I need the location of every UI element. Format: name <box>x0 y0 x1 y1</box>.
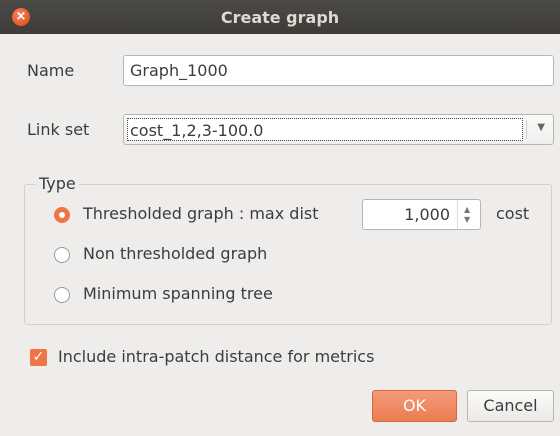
window-title: Create graph <box>220 8 340 27</box>
spin-up-icon[interactable]: ▲ <box>464 205 470 214</box>
ok-button[interactable]: OK <box>372 390 457 422</box>
intra-patch-label: Include intra-patch distance for metrics <box>58 347 375 366</box>
max-dist-spinbox[interactable]: 1,000 ▲ ▼ <box>362 199 481 230</box>
mst-label: Minimum spanning tree <box>83 284 273 303</box>
max-dist-unit: cost <box>496 204 530 223</box>
non-thresholded-label: Non thresholded graph <box>83 244 268 263</box>
thresholded-label: Thresholded graph : max dist <box>83 204 319 223</box>
title-bar: × Create graph <box>0 0 560 34</box>
name-input[interactable]: Graph_1000 <box>123 55 554 86</box>
spin-down-icon[interactable]: ▼ <box>464 215 470 224</box>
chevron-down-icon: ▼ <box>537 122 545 133</box>
cancel-button[interactable]: Cancel <box>467 390 554 422</box>
linkset-value: cost_1,2,3-100.0 <box>127 118 523 141</box>
combo-separator <box>526 120 527 139</box>
name-label: Name <box>27 61 75 80</box>
radio-thresholded[interactable] <box>54 207 70 223</box>
intra-patch-checkbox[interactable]: ✓ <box>30 349 47 366</box>
max-dist-value: 1,000 <box>404 205 450 224</box>
radio-mst[interactable] <box>54 287 70 303</box>
radio-non-thresholded[interactable] <box>54 247 70 263</box>
linkset-select[interactable]: cost_1,2,3-100.0 ▼ <box>123 114 554 145</box>
type-group-title: Type <box>36 174 79 193</box>
linkset-label: Link set <box>27 120 90 139</box>
spin-arrows[interactable]: ▲ ▼ <box>457 200 480 229</box>
